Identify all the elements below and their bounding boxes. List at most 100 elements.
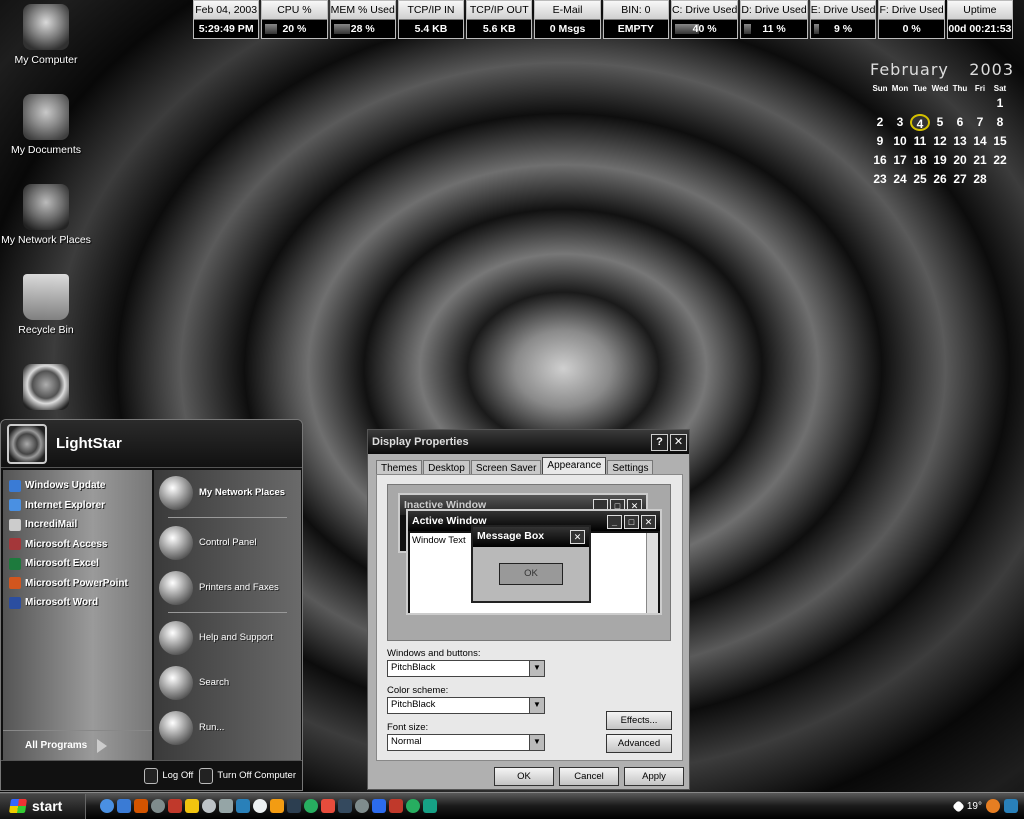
windows-buttons-select[interactable]: PitchBlack ▼ <box>387 660 545 677</box>
quick-launch-icon[interactable] <box>253 799 267 813</box>
start-menu-place[interactable]: Help and Support <box>154 615 301 660</box>
start-button[interactable]: start <box>0 793 86 819</box>
start-menu-place[interactable]: My Network Places <box>154 470 301 515</box>
calendar-day[interactable]: 9 <box>870 133 890 150</box>
start-menu-place[interactable]: Search <box>154 660 301 705</box>
calendar-day[interactable]: 19 <box>930 152 950 169</box>
network-icon[interactable] <box>1004 799 1018 813</box>
quick-launch-icon[interactable] <box>236 799 250 813</box>
status-value: 5.6 KB <box>467 20 531 38</box>
desktop-icon[interactable]: My Documents <box>0 94 92 156</box>
chevron-down-icon[interactable]: ▼ <box>529 735 544 750</box>
status-value-text: 00d 00:21:53 <box>948 23 1012 35</box>
calendar-day[interactable]: 21 <box>970 152 990 169</box>
calendar-day[interactable]: 2 <box>870 114 890 131</box>
start-menu-place[interactable]: Control Panel <box>154 520 301 565</box>
calendar-day[interactable]: 25 <box>910 171 930 188</box>
user-avatar[interactable] <box>7 423 47 464</box>
calendar-day[interactable]: 10 <box>890 133 910 150</box>
weather-icon[interactable] <box>986 799 1000 813</box>
desktop-icon[interactable]: My Computer <box>0 4 92 66</box>
quick-launch-icon[interactable] <box>270 799 284 813</box>
quick-launch-icon[interactable] <box>117 799 131 813</box>
quick-launch-icon[interactable] <box>304 799 318 813</box>
quick-launch-icon[interactable] <box>355 799 369 813</box>
calendar-day[interactable]: 12 <box>930 133 950 150</box>
start-menu-item-label: Microsoft Excel <box>25 558 99 570</box>
apply-button[interactable]: Apply <box>624 767 684 786</box>
quick-launch-icon[interactable] <box>423 799 437 813</box>
calendar-day[interactable]: 8 <box>990 114 1010 131</box>
calendar-day[interactable]: 24 <box>890 171 910 188</box>
calendar-day-name: Fri <box>974 84 986 93</box>
calendar-day[interactable]: 16 <box>870 152 890 169</box>
start-menu-item[interactable]: Microsoft PowerPoint <box>3 574 152 594</box>
calendar-day[interactable]: 11 <box>910 133 930 150</box>
calendar-day[interactable]: 15 <box>990 133 1010 150</box>
ok-button[interactable]: OK <box>494 767 554 786</box>
start-menu-place[interactable]: Printers and Faxes <box>154 565 301 610</box>
calendar-day[interactable]: 13 <box>950 133 970 150</box>
calendar-day[interactable]: 1 <box>990 95 1010 112</box>
start-menu-item-label: IncrediMail <box>25 519 78 531</box>
quick-launch-icon[interactable] <box>151 799 165 813</box>
notification-icon[interactable] <box>952 799 965 813</box>
quick-launch-icon[interactable] <box>185 799 199 813</box>
calendar-today[interactable]: 4 <box>910 114 930 131</box>
start-menu-place[interactable]: Run... <box>154 705 301 750</box>
advanced-button[interactable]: Advanced <box>606 734 672 753</box>
preview-message-box: Message Box ✕ OK <box>471 525 591 603</box>
start-menu-item[interactable]: Microsoft Excel <box>3 554 152 574</box>
quick-launch-icon[interactable] <box>321 799 335 813</box>
cancel-button[interactable]: Cancel <box>559 767 619 786</box>
status-cell: BIN: 0 EMPTY <box>602 0 669 39</box>
calendar-day[interactable]: 22 <box>990 152 1010 169</box>
quick-launch-icon[interactable] <box>202 799 216 813</box>
calendar-day[interactable]: 3 <box>890 114 910 131</box>
calendar-day[interactable]: 26 <box>930 171 950 188</box>
calendar-day[interactable]: 27 <box>950 171 970 188</box>
desktop-icon[interactable] <box>0 364 92 414</box>
calendar-day[interactable]: 5 <box>930 114 950 131</box>
start-menu-item[interactable]: IncrediMail <box>3 515 152 535</box>
quick-launch-icon[interactable] <box>406 799 420 813</box>
close-button[interactable]: ✕ <box>670 433 687 451</box>
start-menu-item[interactable]: Windows Update <box>3 476 152 496</box>
color-scheme-select[interactable]: PitchBlack ▼ <box>387 697 545 714</box>
chevron-down-icon[interactable]: ▼ <box>529 698 544 713</box>
windows-buttons-label: Windows and buttons: <box>387 648 481 659</box>
quick-launch-icon[interactable] <box>168 799 182 813</box>
calendar-day[interactable]: 18 <box>910 152 930 169</box>
status-label: BIN: 0 <box>603 1 668 20</box>
chevron-down-icon[interactable]: ▼ <box>529 661 544 676</box>
start-menu-item[interactable]: Microsoft Access <box>3 535 152 555</box>
log-off-button[interactable]: Log Off <box>144 767 193 784</box>
calendar-day[interactable]: 17 <box>890 152 910 169</box>
desktop-icon[interactable]: My Network Places <box>0 184 92 246</box>
turn-off-button[interactable]: Turn Off Computer <box>199 767 296 784</box>
calendar-day[interactable]: 28 <box>970 171 990 188</box>
quick-launch-icon[interactable] <box>372 799 386 813</box>
quick-launch-icon[interactable] <box>287 799 301 813</box>
quick-launch-icon[interactable] <box>134 799 148 813</box>
effects-button[interactable]: Effects... <box>606 711 672 730</box>
calendar-day[interactable]: 20 <box>950 152 970 169</box>
start-menu-item-label: Internet Explorer <box>25 499 106 511</box>
start-menu-item[interactable]: Internet Explorer <box>3 496 152 516</box>
temperature-readout[interactable]: 19° <box>967 801 982 812</box>
desktop-icon[interactable]: Recycle Bin <box>0 274 92 336</box>
font-size-select[interactable]: Normal ▼ <box>387 734 545 751</box>
calendar-day[interactable]: 14 <box>970 133 990 150</box>
calendar-day[interactable]: 7 <box>970 114 990 131</box>
help-button[interactable]: ? <box>651 433 668 451</box>
calendar-day[interactable]: 6 <box>950 114 970 131</box>
desktop-icon-label: My Network Places <box>1 234 91 246</box>
quick-launch-icon[interactable] <box>338 799 352 813</box>
calendar-day[interactable]: 23 <box>870 171 890 188</box>
dialog-titlebar[interactable]: Display Properties ? ✕ <box>368 430 689 454</box>
quick-launch-icon[interactable] <box>100 799 114 813</box>
all-programs-button[interactable]: All Programs <box>3 730 152 760</box>
quick-launch-icon[interactable] <box>219 799 233 813</box>
start-menu-item[interactable]: Microsoft Word <box>3 593 152 613</box>
quick-launch-icon[interactable] <box>389 799 403 813</box>
